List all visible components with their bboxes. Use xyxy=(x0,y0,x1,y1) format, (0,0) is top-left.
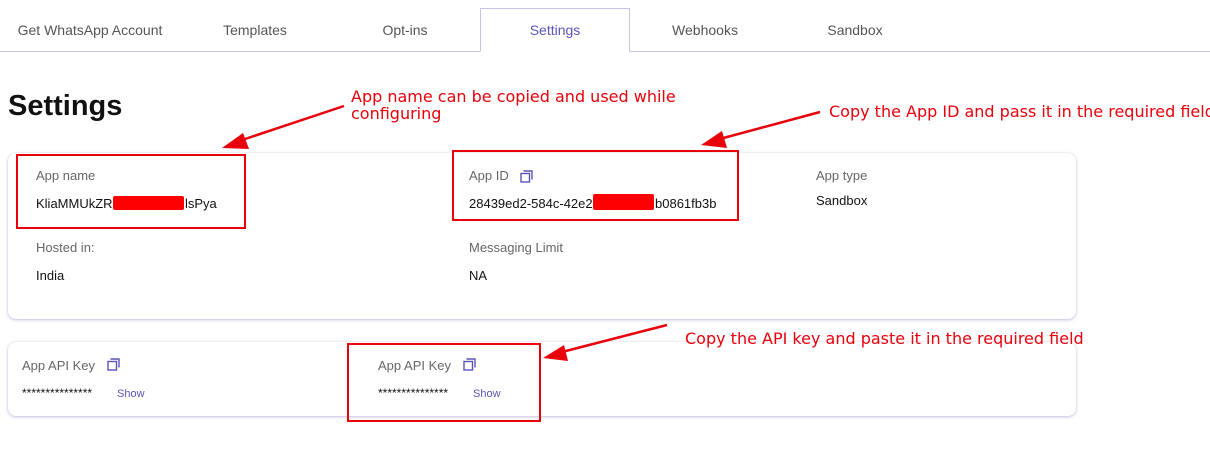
tab-label: Settings xyxy=(529,22,581,38)
arrowhead-app-name xyxy=(222,133,249,149)
arrow-app-id xyxy=(715,110,821,142)
annotation-arrows xyxy=(222,104,821,361)
arrow-api-key xyxy=(557,323,668,355)
arrowhead-api-key xyxy=(543,345,568,361)
arrow-app-name xyxy=(235,104,345,144)
arrowhead-app-id xyxy=(701,131,727,148)
tab-settings[interactable]: Settings xyxy=(480,8,630,52)
